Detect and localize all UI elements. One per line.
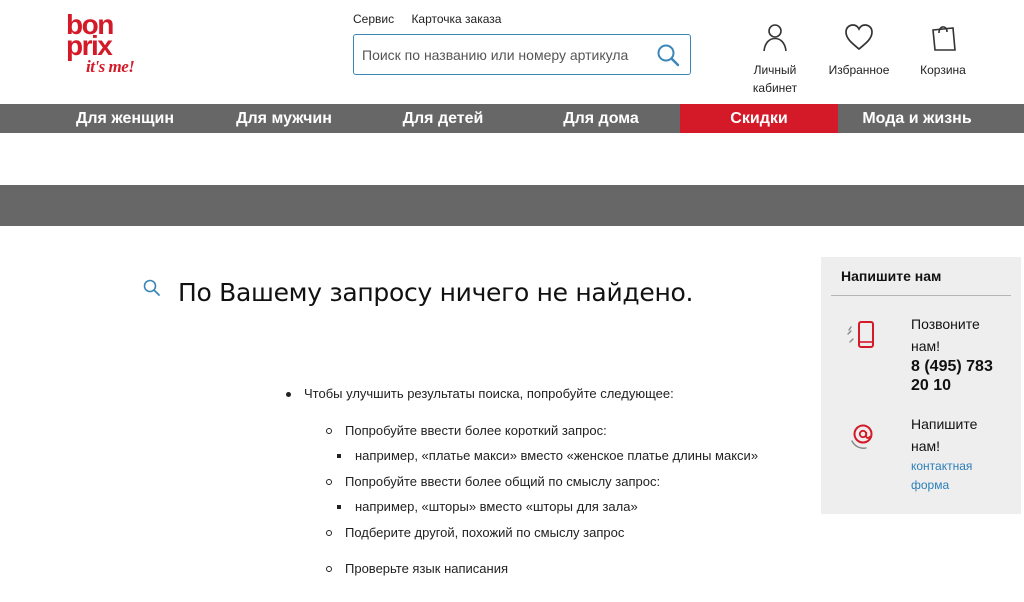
tip-shorter-example: например, «платье макси» вместо «женское… — [355, 448, 759, 463]
account-label-2: кабинет — [752, 81, 798, 95]
favorites-link[interactable]: Избранное — [819, 22, 899, 79]
contact-sidebar: Напишите нам Позвоните нам! 8 (495) 783 … — [821, 257, 1021, 514]
nav-fashion-life[interactable]: Мода и жизнь — [838, 104, 996, 133]
site-header: bon prix it's me! Сервис Карточка заказа… — [0, 0, 1024, 104]
shopping-bag-icon — [932, 26, 956, 51]
no-results-text: По Вашему запросу ничего не найдено. — [178, 278, 694, 307]
write-us-label-1: Напишите — [911, 416, 978, 432]
call-us-label-1: Позвоните — [911, 316, 980, 332]
account-label-1: Личный — [753, 63, 797, 77]
search-icon — [143, 279, 160, 296]
email-at-icon — [851, 424, 873, 449]
heart-icon — [845, 24, 873, 51]
top-links: Сервис Карточка заказа — [353, 12, 515, 26]
search-input[interactable] — [362, 35, 642, 74]
bullet — [337, 505, 341, 509]
nav-women[interactable]: Для женщин — [46, 104, 204, 133]
logo-prix: prix — [66, 30, 113, 61]
phone-number-1: 8 (495) 783 — [911, 358, 993, 375]
contact-title: Напишите нам — [841, 268, 942, 284]
bullet — [326, 566, 332, 572]
contact-form-link-1[interactable]: контактная — [911, 457, 1011, 476]
promo-band — [0, 185, 1024, 226]
call-us-label-2: нам! — [911, 338, 941, 354]
nav-sale[interactable]: Скидки — [680, 104, 838, 133]
tip-shorter-query: Попробуйте ввести более короткий запрос: — [345, 423, 607, 438]
tip-similar-query: Подберите другой, похожий по смыслу запр… — [345, 525, 625, 540]
nav-men[interactable]: Для мужчин — [204, 104, 364, 133]
bullet — [326, 479, 332, 485]
account-link[interactable]: Личный кабинет — [735, 22, 815, 97]
phone-number-2: 20 10 — [911, 377, 952, 394]
bullet — [326, 428, 332, 434]
cart-label: Корзина — [920, 63, 966, 77]
write-us-label-2: нам! — [911, 438, 941, 454]
bullet — [326, 530, 332, 536]
tip-general-example: например, «шторы» вместо «шторы для зала… — [355, 499, 638, 514]
search-icon — [657, 44, 680, 67]
tip-check-language: Проверьте язык написания — [345, 561, 508, 576]
favorites-label: Избранное — [828, 63, 890, 77]
tips-intro: Чтобы улучшить результаты поиска, попроб… — [304, 386, 674, 401]
order-card-link[interactable]: Карточка заказа — [411, 12, 501, 26]
service-link[interactable]: Сервис — [353, 12, 394, 26]
nav-home[interactable]: Для дома — [522, 104, 680, 133]
cart-link[interactable]: Корзина — [903, 22, 983, 79]
logo-tagline: it's me! — [86, 57, 135, 76]
contact-form-link-2[interactable]: форма — [911, 476, 1011, 495]
bullet — [337, 454, 341, 458]
tip-general-query: Попробуйте ввести более общий по смыслу … — [345, 474, 661, 489]
bonprix-logo[interactable]: bon prix it's me! — [66, 11, 142, 88]
bullet — [286, 392, 291, 397]
user-icon — [763, 24, 787, 52]
search-box — [353, 34, 691, 75]
phone-icon — [847, 321, 874, 348]
divider — [831, 295, 1011, 296]
nav-kids[interactable]: Для детей — [364, 104, 522, 133]
search-button[interactable] — [656, 43, 680, 67]
main-nav: Для женщин Для мужчин Для детей Для дома… — [0, 104, 1024, 133]
